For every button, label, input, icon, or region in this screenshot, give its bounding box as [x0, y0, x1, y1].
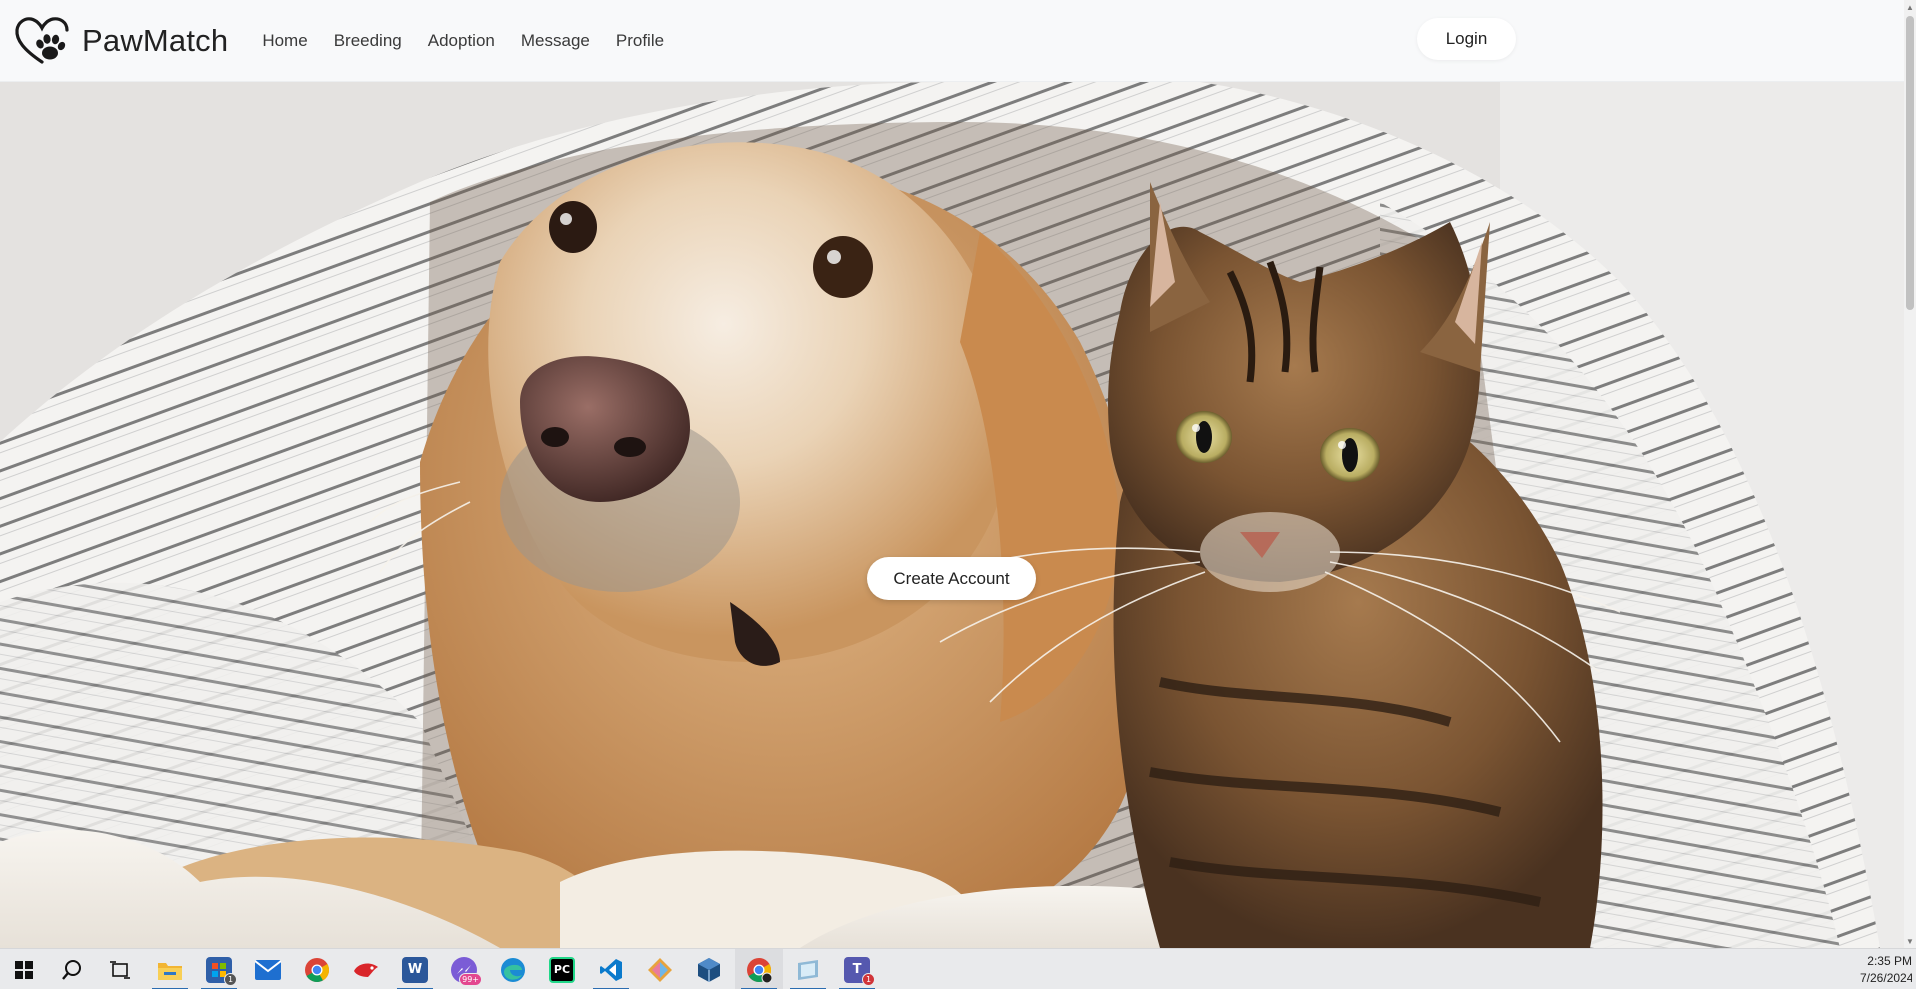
store-badge: 1: [224, 972, 237, 986]
hero-image: [0, 82, 1904, 948]
taskbar-messenger[interactable]: 99+: [440, 949, 488, 989]
scrollbar-thumb[interactable]: [1906, 16, 1914, 310]
create-account-button[interactable]: Create Account: [867, 557, 1036, 600]
virtualbox-icon: [698, 957, 720, 982]
taskbar-pycharm[interactable]: PC: [538, 949, 586, 989]
edge-icon: [501, 957, 525, 982]
task-view-icon: [110, 960, 130, 979]
nav-adoption[interactable]: Adoption: [428, 31, 495, 51]
heart-paw-icon: [15, 16, 69, 64]
task-view-button[interactable]: [96, 949, 144, 989]
login-button[interactable]: Login: [1417, 18, 1516, 60]
hero-banner: Create Account: [0, 82, 1904, 948]
taskbar-word[interactable]: W: [391, 949, 439, 989]
nav-links: Home Breeding Adoption Message Profile: [262, 31, 690, 51]
taskbar-sourcetree[interactable]: [636, 949, 684, 989]
windows-taskbar: 1 W 99+ PC T 1 2:35 PM 7/26/2024: [0, 948, 1916, 989]
taskbar-edge[interactable]: [489, 949, 537, 989]
chrome-profile-icon: [747, 957, 772, 983]
word-icon: W: [402, 956, 428, 983]
taskbar-notes-app[interactable]: [784, 949, 832, 989]
brand-link[interactable]: PawMatch: [14, 16, 228, 66]
clock-time: 2:35 PM: [1867, 954, 1912, 968]
mail-icon: [255, 959, 281, 980]
page-scrollbar[interactable]: ▲ ▼: [1904, 0, 1916, 948]
teams-badge: 1: [862, 972, 875, 986]
nav-home[interactable]: Home: [262, 31, 307, 51]
red-app-icon: [354, 963, 378, 977]
taskbar-file-explorer[interactable]: [146, 949, 194, 989]
taskbar-search[interactable]: [48, 949, 96, 989]
taskbar-vscode[interactable]: [587, 949, 635, 989]
taskbar-chrome-profile[interactable]: [735, 949, 783, 989]
pycharm-icon: PC: [549, 956, 575, 983]
nav-message[interactable]: Message: [521, 31, 590, 51]
nav-profile[interactable]: Profile: [616, 31, 664, 51]
nav-breeding[interactable]: Breeding: [334, 31, 402, 51]
windows-start-icon: [15, 960, 33, 979]
chrome-icon: [305, 957, 330, 982]
messenger-badge: 99+: [459, 972, 482, 986]
file-explorer-icon: [158, 962, 182, 980]
clock-date: 7/26/2024: [1860, 971, 1912, 985]
taskbar-mail[interactable]: [244, 949, 292, 989]
scroll-up-arrow-icon[interactable]: ▲: [1904, 0, 1916, 14]
brand-name: PawMatch: [82, 22, 229, 58]
teams-icon: T 1: [844, 956, 875, 986]
sourcetree-icon: [648, 957, 672, 982]
taskbar-store[interactable]: 1: [195, 949, 243, 989]
system-clock[interactable]: 2:35 PM 7/26/2024: [1860, 953, 1912, 987]
search-icon: [62, 959, 81, 980]
vscode-icon: [600, 958, 622, 981]
taskbar-red-app[interactable]: [342, 949, 390, 989]
taskbar-virtualbox[interactable]: [685, 949, 733, 989]
messenger-icon: 99+: [451, 956, 482, 986]
scroll-down-arrow-icon[interactable]: ▼: [1904, 934, 1916, 948]
taskbar-teams[interactable]: T 1: [833, 949, 881, 989]
notes-app-icon: [798, 959, 818, 980]
taskbar-chrome[interactable]: [293, 949, 341, 989]
navbar: PawMatch Home Breeding Adoption Message …: [0, 0, 1904, 82]
microsoft-store-icon: 1: [206, 956, 237, 986]
start-button[interactable]: [0, 949, 48, 989]
teams-label: T: [852, 962, 862, 977]
